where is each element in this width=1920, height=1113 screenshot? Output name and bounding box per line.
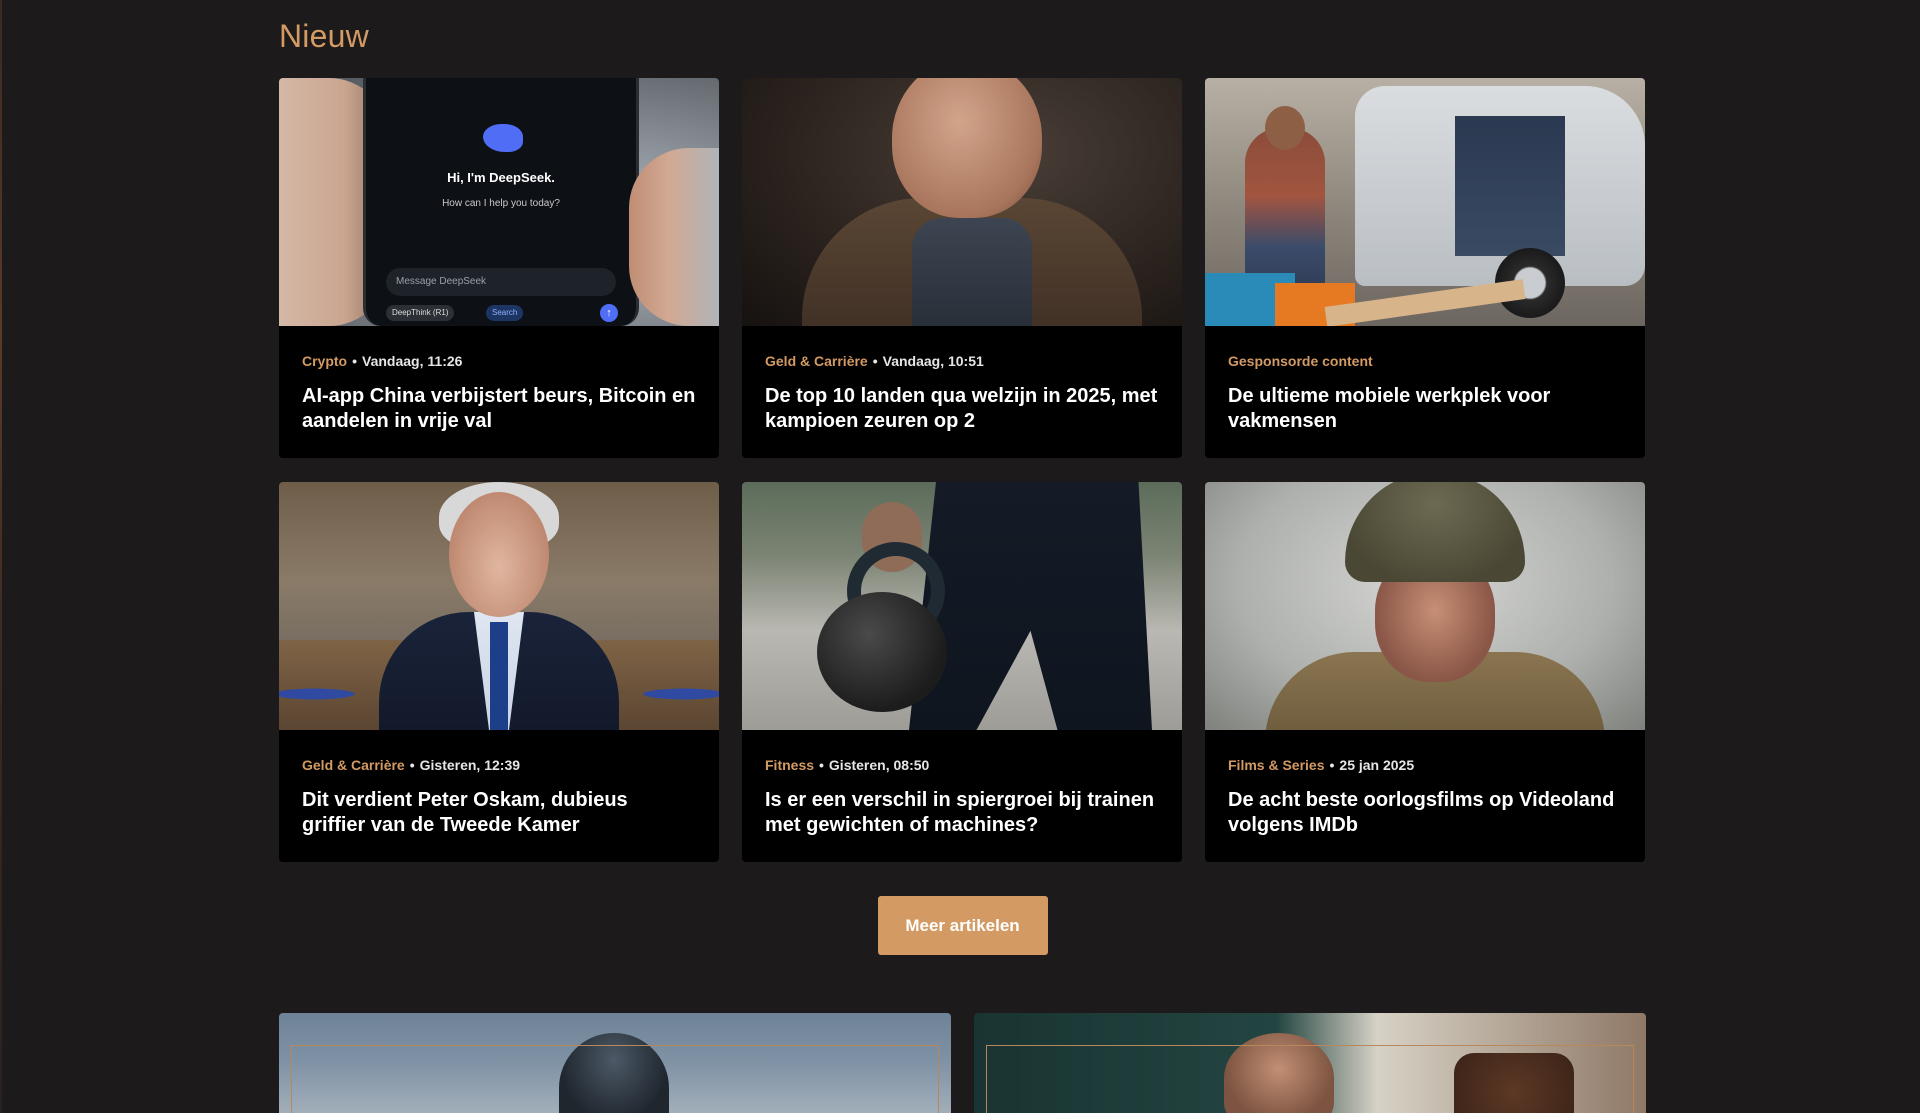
- more-articles-button[interactable]: Meer artikelen: [877, 896, 1048, 955]
- more-articles-wrapper: Meer artikelen: [279, 896, 1646, 955]
- article-card[interactable]: Geld & Carrière • Gisteren, 12:39 Dit verd…: [279, 482, 719, 862]
- van-shape: [1355, 86, 1645, 286]
- meta-separator: •: [352, 353, 358, 369]
- article-category-link[interactable]: Fitness: [765, 757, 814, 773]
- worker-head-shape: [1265, 106, 1305, 150]
- article-image-politician[interactable]: [279, 482, 719, 730]
- article-date: Vandaag, 11:26: [362, 353, 463, 369]
- article-card[interactable]: Films & Series • 25 jan 2025 De acht beste…: [1205, 482, 1645, 862]
- article-date: Gisteren, 08:50: [828, 757, 930, 773]
- window-edge: [0, 0, 2, 1113]
- figure-shirt-shape: [912, 218, 1032, 326]
- article-date: Gisteren, 12:39: [419, 757, 521, 773]
- article-card-body: Gesponsorde content De ultieme mobiele w…: [1205, 326, 1645, 434]
- phone-screen-subtitle: How can I help you today?: [442, 198, 560, 209]
- article-meta: Films & Series • 25 jan 2025: [1228, 756, 1622, 774]
- article-category-link[interactable]: Geld & Carrière: [302, 757, 405, 773]
- meta-separator: •: [1329, 757, 1335, 773]
- article-card-body: Crypto • Vandaag, 11:26 AI-app China verbi…: [279, 326, 719, 434]
- article-meta: Geld & Carrière • Gisteren, 12:39: [302, 756, 696, 774]
- article-date: 25 jan 2025: [1339, 757, 1415, 773]
- article-title[interactable]: De acht beste oorlogsfilms op Videoland …: [1228, 788, 1622, 838]
- featured-card-frame: [291, 1045, 939, 1113]
- kettlebell-shape: [817, 592, 947, 712]
- phone-screen-title: Hi, I'm DeepSeek.: [447, 170, 555, 185]
- article-card[interactable]: Hi, I'm DeepSeek. How can I help you tod…: [279, 78, 719, 458]
- helmet-shape: [1345, 482, 1525, 582]
- article-card-body: Geld & Carrière • Vandaag, 10:51 De top 10…: [742, 326, 1182, 434]
- figure-head-shape: [449, 492, 549, 617]
- article-category-link[interactable]: Films & Series: [1228, 757, 1325, 773]
- article-card-body: Films & Series • 25 jan 2025 De acht beste…: [1205, 730, 1645, 838]
- van-cargo-shape: [1455, 116, 1565, 256]
- phone-shape: Hi, I'm DeepSeek. How can I help you tod…: [363, 78, 639, 326]
- article-card-body: Geld & Carrière • Gisteren, 12:39 Dit verd…: [279, 730, 719, 838]
- article-image-soldier[interactable]: [1205, 482, 1645, 730]
- article-image-man-portrait[interactable]: [742, 78, 1182, 326]
- article-title[interactable]: De top 10 landen qua welzijn in 2025, me…: [765, 384, 1159, 434]
- article-image-work-van[interactable]: [1205, 78, 1645, 326]
- hand-shape: [629, 148, 719, 326]
- article-title[interactable]: Is er een verschil in spiergroei bij tra…: [765, 788, 1159, 838]
- meta-separator: •: [872, 353, 878, 369]
- article-image-kettlebell[interactable]: [742, 482, 1182, 730]
- phone-screen-input: Message DeepSeek: [386, 268, 616, 296]
- meta-separator: •: [409, 757, 415, 773]
- phone-screen-deepthink: DeepThink (R1): [386, 305, 455, 321]
- figure-tie-shape: [490, 622, 508, 730]
- article-title[interactable]: AI-app China verbijstert beurs, Bitcoin …: [302, 384, 696, 434]
- featured-card[interactable]: [279, 1013, 951, 1113]
- phone-screen-search: Search: [486, 305, 524, 321]
- article-grid: Hi, I'm DeepSeek. How can I help you tod…: [279, 78, 1646, 862]
- whale-logo-icon: [483, 124, 523, 152]
- section-title: Nieuw: [279, 18, 369, 54]
- article-meta: Geld & Carrière • Vandaag, 10:51: [765, 352, 1159, 370]
- article-card-body: Fitness • Gisteren, 08:50 Is er een versch…: [742, 730, 1182, 838]
- article-card[interactable]: Geld & Carrière • Vandaag, 10:51 De top 10…: [742, 78, 1182, 458]
- article-category-link[interactable]: Geld & Carrière: [765, 353, 868, 369]
- article-category-link[interactable]: Crypto: [302, 353, 347, 369]
- arrow-up-icon: ↑: [600, 304, 618, 322]
- article-title[interactable]: De ultieme mobiele werkplek voor vakmens…: [1228, 384, 1622, 434]
- article-meta: Fitness • Gisteren, 08:50: [765, 756, 1159, 774]
- article-image-deepseek-phone[interactable]: Hi, I'm DeepSeek. How can I help you tod…: [279, 78, 719, 326]
- featured-row: [279, 1013, 1646, 1113]
- featured-card[interactable]: [974, 1013, 1646, 1113]
- meta-separator: •: [819, 757, 824, 773]
- article-category-link[interactable]: Gesponsorde content: [1228, 353, 1373, 369]
- article-card[interactable]: Fitness • Gisteren, 08:50 Is er een versch…: [742, 482, 1182, 862]
- article-meta: Gesponsorde content: [1228, 352, 1622, 370]
- article-date: Vandaag, 10:51: [882, 353, 984, 369]
- article-card[interactable]: Gesponsorde content De ultieme mobiele w…: [1205, 78, 1645, 458]
- article-title[interactable]: Dit verdient Peter Oskam, dubieus griffi…: [302, 788, 696, 838]
- featured-card-frame: [986, 1045, 1634, 1113]
- figure-head-shape: [892, 78, 1042, 218]
- article-meta: Crypto • Vandaag, 11:26: [302, 352, 696, 370]
